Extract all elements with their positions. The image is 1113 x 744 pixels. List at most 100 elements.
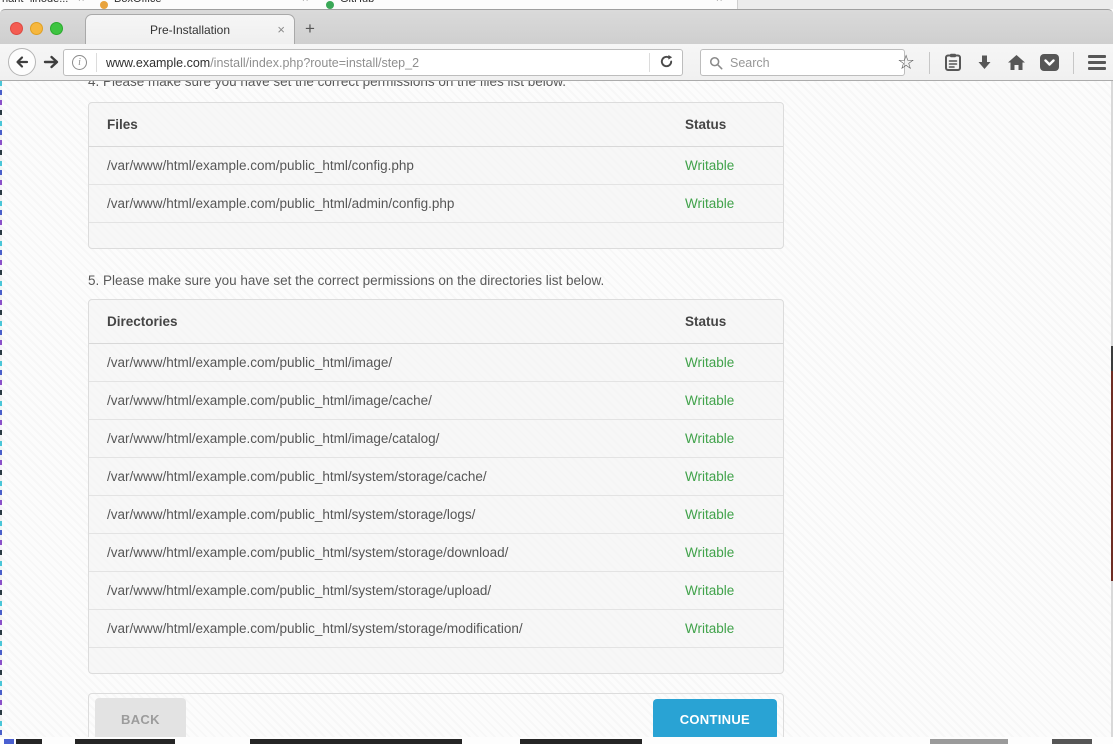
background-window-fragment xyxy=(1052,739,1092,744)
panel-padding xyxy=(89,223,783,248)
toolbar-icons: ☆ xyxy=(897,44,1106,81)
tab-pre-installation[interactable]: Pre-Installation × xyxy=(85,14,295,45)
site-info-icon[interactable]: i xyxy=(72,55,87,70)
tab-close-icon[interactable]: × xyxy=(277,23,285,36)
status-badge: Writable xyxy=(685,158,765,173)
divider xyxy=(96,53,97,72)
table-row: /var/www/html/example.com/public_html/sy… xyxy=(89,534,783,572)
table-row: /var/www/html/example.com/public_html/ad… xyxy=(89,185,783,223)
background-window-left-sliver xyxy=(0,81,2,744)
background-tab-close-icon: × xyxy=(716,0,722,5)
background-window-fragment xyxy=(75,739,175,744)
downloads-icon[interactable] xyxy=(976,54,993,71)
background-window-fragment xyxy=(250,739,462,744)
files-table-body: /var/www/html/example.com/public_html/co… xyxy=(89,147,783,223)
background-tab-label: hant=linode... xyxy=(2,0,68,5)
url-domain: www.example.com xyxy=(106,56,210,70)
status-badge: Writable xyxy=(685,393,765,408)
home-icon[interactable] xyxy=(1007,54,1026,71)
divider xyxy=(1073,52,1074,74)
window-controls xyxy=(10,22,63,35)
status-badge: Writable xyxy=(685,583,765,598)
reload-icon xyxy=(659,54,674,69)
column-header-status: Status xyxy=(685,117,765,132)
search-input[interactable]: Search xyxy=(700,49,905,76)
column-header-directories: Directories xyxy=(107,314,685,329)
tab-bar: Pre-Installation × + xyxy=(0,9,1113,44)
background-tab-label: BoxOffice xyxy=(114,0,162,5)
tab-title: Pre-Installation xyxy=(150,23,230,37)
table-row: /var/www/html/example.com/public_html/co… xyxy=(89,147,783,185)
divider xyxy=(649,53,650,72)
table-row: /var/www/html/example.com/public_html/im… xyxy=(89,382,783,420)
close-window-button[interactable] xyxy=(10,22,23,35)
status-badge: Writable xyxy=(685,507,765,522)
background-window-fragment xyxy=(930,739,1008,744)
background-tab-area xyxy=(737,0,1113,9)
table-row: /var/www/html/example.com/public_html/sy… xyxy=(89,458,783,496)
background-tab-close-icon: × xyxy=(302,0,308,5)
background-tab-favicon xyxy=(100,1,108,9)
status-badge: Writable xyxy=(685,196,765,211)
minimize-window-button[interactable] xyxy=(30,22,43,35)
table-row: /var/www/html/example.com/public_html/sy… xyxy=(89,496,783,534)
zoom-window-button[interactable] xyxy=(50,22,63,35)
forward-button[interactable] xyxy=(42,53,60,71)
background-tab-close-icon: × xyxy=(78,0,84,5)
background-tab-favicon xyxy=(326,1,334,9)
directory-path: /var/www/html/example.com/public_html/im… xyxy=(107,393,685,408)
table-row: /var/www/html/example.com/public_html/im… xyxy=(89,420,783,458)
bookmark-star-icon[interactable]: ☆ xyxy=(897,53,915,73)
directory-path: /var/www/html/example.com/public_html/sy… xyxy=(107,545,685,560)
forward-arrow-icon xyxy=(42,53,60,71)
status-badge: Writable xyxy=(685,469,765,484)
new-tab-button[interactable]: + xyxy=(305,19,315,39)
url-path: /install/index.php?route=install/step_2 xyxy=(210,56,419,70)
files-table-header: Files Status xyxy=(89,103,783,147)
table-row: /var/www/html/example.com/public_html/im… xyxy=(89,344,783,382)
directory-path: /var/www/html/example.com/public_html/sy… xyxy=(107,469,685,484)
background-window-top-strip: hant=linode... × BoxOffice × GitHub × xyxy=(0,0,1113,9)
directories-panel: Directories Status /var/www/html/example… xyxy=(88,299,784,674)
back-button[interactable] xyxy=(8,48,36,76)
status-badge: Writable xyxy=(685,621,765,636)
background-window-fragment xyxy=(520,739,642,744)
reload-button[interactable] xyxy=(659,54,674,72)
screen: hant=linode... × BoxOffice × GitHub × Pr… xyxy=(0,0,1113,744)
directories-table-body: /var/www/html/example.com/public_html/im… xyxy=(89,344,783,648)
pocket-chevron xyxy=(1044,59,1055,67)
file-path: /var/www/html/example.com/public_html/co… xyxy=(107,158,685,173)
directory-path: /var/www/html/example.com/public_html/im… xyxy=(107,355,685,370)
continue-button[interactable]: CONTINUE xyxy=(653,699,777,740)
menu-hamburger-icon[interactable] xyxy=(1088,55,1106,70)
directory-path: /var/www/html/example.com/public_html/im… xyxy=(107,431,685,446)
search-placeholder: Search xyxy=(730,56,770,70)
column-header-status: Status xyxy=(685,314,765,329)
status-badge: Writable xyxy=(685,431,765,446)
background-window-fragment xyxy=(4,739,14,744)
column-header-files: Files xyxy=(107,117,685,132)
directory-path: /var/www/html/example.com/public_html/sy… xyxy=(107,583,685,598)
status-badge: Writable xyxy=(685,355,765,370)
divider xyxy=(929,52,930,74)
back-step-button[interactable]: BACK xyxy=(95,698,186,741)
directory-path: /var/www/html/example.com/public_html/sy… xyxy=(107,621,685,636)
table-row: /var/www/html/example.com/public_html/sy… xyxy=(89,610,783,648)
background-tab-label: GitHub xyxy=(340,0,374,5)
background-window-bottom-strip xyxy=(0,737,1113,744)
step5-instruction: 5. Please make sure you have set the cor… xyxy=(88,273,784,288)
navigation-toolbar: i www.example.com/install/index.php?rout… xyxy=(0,44,1113,81)
bookmarks-sidebar-icon[interactable] xyxy=(944,53,962,72)
panel-padding xyxy=(89,648,783,673)
table-row: /var/www/html/example.com/public_html/sy… xyxy=(89,572,783,610)
directories-table-header: Directories Status xyxy=(89,300,783,344)
search-icon xyxy=(709,56,723,70)
step4-instruction: 4. Please make sure you have set the cor… xyxy=(88,81,784,89)
status-badge: Writable xyxy=(685,545,765,560)
back-arrow-icon xyxy=(14,54,30,70)
address-bar[interactable]: i www.example.com/install/index.php?rout… xyxy=(63,49,683,76)
files-panel: Files Status /var/www/html/example.com/p… xyxy=(88,102,784,249)
pocket-icon[interactable] xyxy=(1040,54,1059,71)
page-viewport: 4. Please make sure you have set the cor… xyxy=(0,81,1113,744)
background-window-fragment xyxy=(16,739,42,744)
